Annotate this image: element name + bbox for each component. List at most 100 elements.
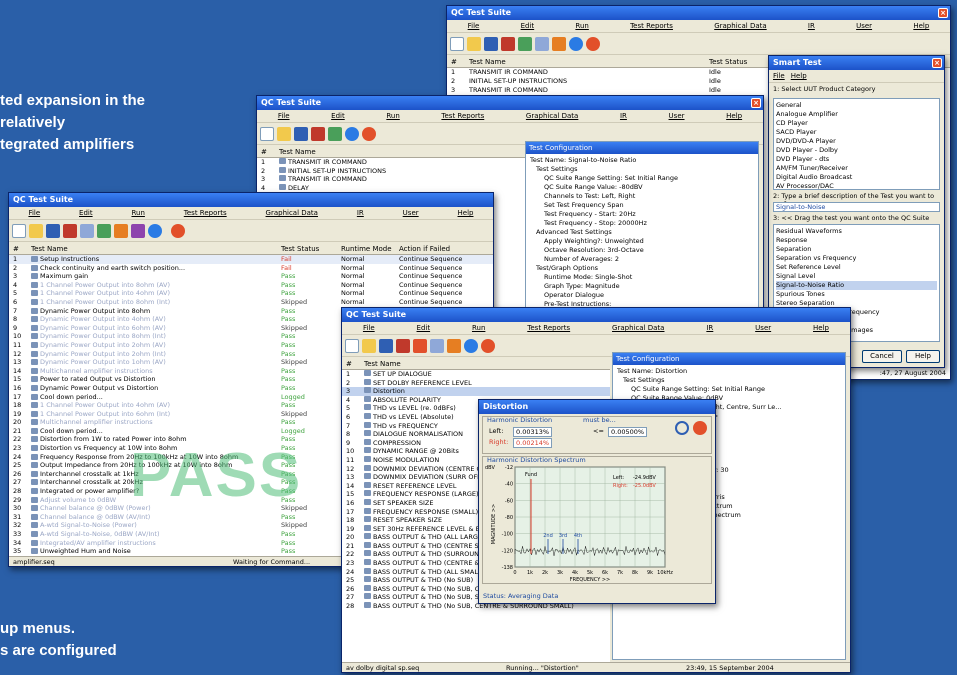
menu-file[interactable]: File: [28, 209, 40, 217]
config-item[interactable]: Test Frequency - Stop: 20000Hz: [528, 219, 756, 228]
stop-run-icon[interactable]: [413, 338, 427, 353]
category-item[interactable]: Analogue Amplifier: [776, 110, 937, 119]
zoom-icon[interactable]: [675, 421, 689, 435]
help-icon[interactable]: [569, 36, 583, 51]
save-icon[interactable]: [294, 126, 308, 141]
column-header-name[interactable]: Test Name: [364, 359, 401, 369]
table-row[interactable]: 3 Maximum gain Pass Normal Continue Sequence: [9, 272, 493, 281]
graph-icon[interactable]: [447, 338, 461, 353]
test-item[interactable]: Separation: [776, 245, 937, 254]
column-header-status[interactable]: Test Status: [281, 244, 341, 254]
delete-icon[interactable]: [63, 223, 77, 238]
menu-run[interactable]: Run: [386, 112, 399, 120]
column-header-runtime[interactable]: Runtime Mode: [341, 244, 399, 254]
config-item[interactable]: QC Suite Range Value: -80dBV: [528, 183, 756, 192]
config-item[interactable]: QC Suite Range Setting: Set Initial Rang…: [615, 385, 843, 394]
category-item[interactable]: DVD Player - dts: [776, 155, 937, 164]
menu-help[interactable]: Help: [791, 72, 807, 80]
menu-edit[interactable]: Edit: [521, 22, 535, 30]
menu-run[interactable]: Run: [472, 324, 485, 332]
config-item[interactable]: Test Frequency - Start: 20Hz: [528, 210, 756, 219]
menu-help[interactable]: Help: [726, 112, 742, 120]
delete-icon[interactable]: [311, 126, 325, 141]
menu-test-reports[interactable]: Test Reports: [441, 112, 484, 120]
stop-icon[interactable]: [586, 36, 600, 51]
delete-icon[interactable]: [501, 36, 515, 51]
config-item[interactable]: Advanced Test Settings: [528, 228, 756, 237]
table-row[interactable]: 2 INITIAL SET-UP INSTRUCTIONS: [257, 166, 525, 176]
save-icon[interactable]: [484, 36, 498, 51]
report-icon[interactable]: [80, 223, 94, 238]
table-row[interactable]: 1 Setup Instructions Fail Normal Continue Se…: [9, 255, 493, 264]
test-item[interactable]: Signal Level: [776, 272, 937, 281]
menu-ir[interactable]: IR: [706, 324, 713, 332]
table-row[interactable]: 5 1 Channel Power Output into 4ohm (AV) Pa…: [9, 289, 493, 298]
run-icon[interactable]: [518, 36, 532, 51]
report-icon[interactable]: [430, 338, 444, 353]
config-item[interactable]: Set Test Frequency Span: [528, 201, 756, 210]
category-item[interactable]: AM/FM Tuner/Receiver: [776, 164, 937, 173]
config-item[interactable]: Number of Averages: 2: [528, 255, 756, 264]
test-item[interactable]: Response: [776, 236, 937, 245]
open-icon[interactable]: [29, 223, 43, 238]
menu-ir[interactable]: IR: [357, 209, 364, 217]
table-row[interactable]: 4 1 Channel Power Output into 8ohm (AV) Pa…: [9, 281, 493, 290]
new-icon[interactable]: [12, 223, 26, 238]
category-item[interactable]: DVD/DVD-A Player: [776, 137, 937, 146]
test-item[interactable]: Signal-to-Noise Ratio: [776, 281, 937, 290]
graph-icon[interactable]: [114, 223, 128, 238]
column-header-number[interactable]: #: [9, 244, 31, 254]
config-item[interactable]: Test Name: Signal-to-Noise Ratio: [528, 156, 756, 165]
category-item[interactable]: General: [776, 101, 937, 110]
config-item[interactable]: Channels to Test: Left, Right: [528, 192, 756, 201]
open-icon[interactable]: [277, 126, 291, 141]
new-icon[interactable]: [345, 338, 359, 353]
column-header-name[interactable]: Test Name: [469, 57, 709, 67]
menu-test-reports[interactable]: Test Reports: [630, 22, 673, 30]
category-item[interactable]: AV Processor/DAC: [776, 182, 937, 189]
new-icon[interactable]: [260, 126, 274, 141]
stop-icon[interactable]: [693, 421, 707, 435]
help-icon[interactable]: [464, 338, 478, 353]
test-item[interactable]: Residual Waveforms: [776, 227, 937, 236]
menu-graphical-data[interactable]: Graphical Data: [612, 324, 664, 332]
close-icon[interactable]: ×: [932, 58, 942, 68]
menu-help[interactable]: Help: [458, 209, 474, 217]
run-icon[interactable]: [328, 126, 342, 141]
config-item[interactable]: Graph Type: Magnitude: [528, 282, 756, 291]
help-icon[interactable]: [345, 126, 359, 141]
menu-user[interactable]: User: [403, 209, 419, 217]
open-icon[interactable]: [467, 36, 481, 51]
table-row[interactable]: 1 TRANSMIT IR COMMAND: [257, 158, 525, 167]
menu-graphical-data[interactable]: Graphical Data: [714, 22, 766, 30]
stop-icon[interactable]: [362, 126, 376, 141]
category-item[interactable]: Digital Audio Broadcast: [776, 173, 937, 182]
config-item[interactable]: Runtime Mode: Single-Shot: [528, 273, 756, 282]
config-item[interactable]: QC Suite Range Setting: Set Initial Rang…: [528, 174, 756, 183]
menu-user[interactable]: User: [856, 22, 872, 30]
cancel-button[interactable]: Cancel: [862, 350, 902, 363]
menu-graphical-data[interactable]: Graphical Data: [526, 112, 578, 120]
menu-user[interactable]: User: [669, 112, 685, 120]
menu-run[interactable]: Run: [131, 209, 144, 217]
test-item[interactable]: Spurious Tones: [776, 290, 937, 299]
menu-graphical-data[interactable]: Graphical Data: [266, 209, 318, 217]
table-row[interactable]: 3 TRANSMIT IR COMMAND: [257, 175, 525, 184]
config-item[interactable]: Operator Dialogue: [528, 291, 756, 300]
menu-file[interactable]: File: [773, 72, 785, 80]
menu-file[interactable]: File: [468, 22, 480, 30]
run-icon[interactable]: [97, 223, 111, 238]
report-icon[interactable]: [535, 36, 549, 51]
menu-help[interactable]: Help: [813, 324, 829, 332]
delete-icon[interactable]: [396, 338, 410, 353]
menu-test-reports[interactable]: Test Reports: [527, 324, 570, 332]
column-header-name[interactable]: Test Name: [31, 244, 281, 254]
menu-edit[interactable]: Edit: [331, 112, 345, 120]
config-item[interactable]: Test Settings: [528, 165, 756, 174]
test-item[interactable]: Set Reference Level: [776, 263, 937, 272]
close-icon[interactable]: ×: [938, 8, 948, 18]
config-item[interactable]: Test Name: Distortion: [615, 367, 843, 376]
menu-user[interactable]: User: [755, 324, 771, 332]
help-icon[interactable]: [148, 223, 162, 238]
table-row[interactable]: 2 SET DOLBY REFERENCE LEVEL: [342, 378, 610, 388]
